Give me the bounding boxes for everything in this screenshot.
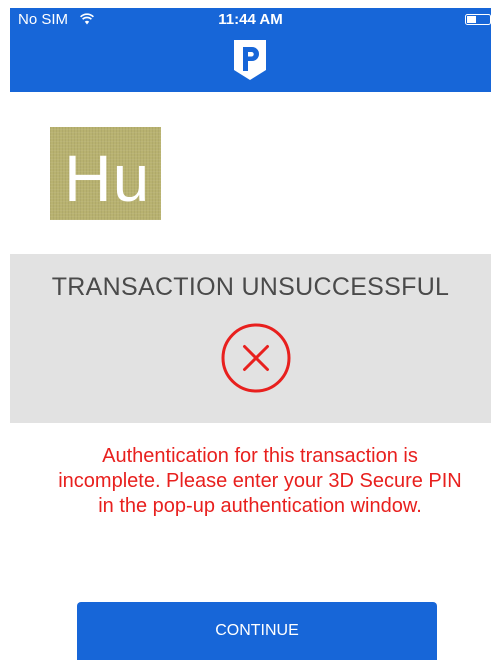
result-title: TRANSACTION UNSUCCESSFUL	[51, 273, 450, 301]
transaction-result-panel: TRANSACTION UNSUCCESSFUL	[10, 254, 491, 423]
status-bar: No SIM 11:44 AM	[10, 8, 491, 32]
brand-p-logo-icon	[234, 40, 266, 80]
continue-button[interactable]: CONTINUE	[77, 602, 437, 660]
app-header: No SIM 11:44 AM	[10, 8, 491, 92]
error-circle-x-icon	[221, 323, 291, 393]
error-message: Authentication for this transaction is i…	[58, 445, 462, 517]
status-time: 11:44 AM	[218, 11, 283, 28]
merchant-logo: Hu	[50, 127, 161, 220]
merchant-logo-text: Hu	[64, 141, 151, 215]
battery-icon	[465, 14, 491, 25]
